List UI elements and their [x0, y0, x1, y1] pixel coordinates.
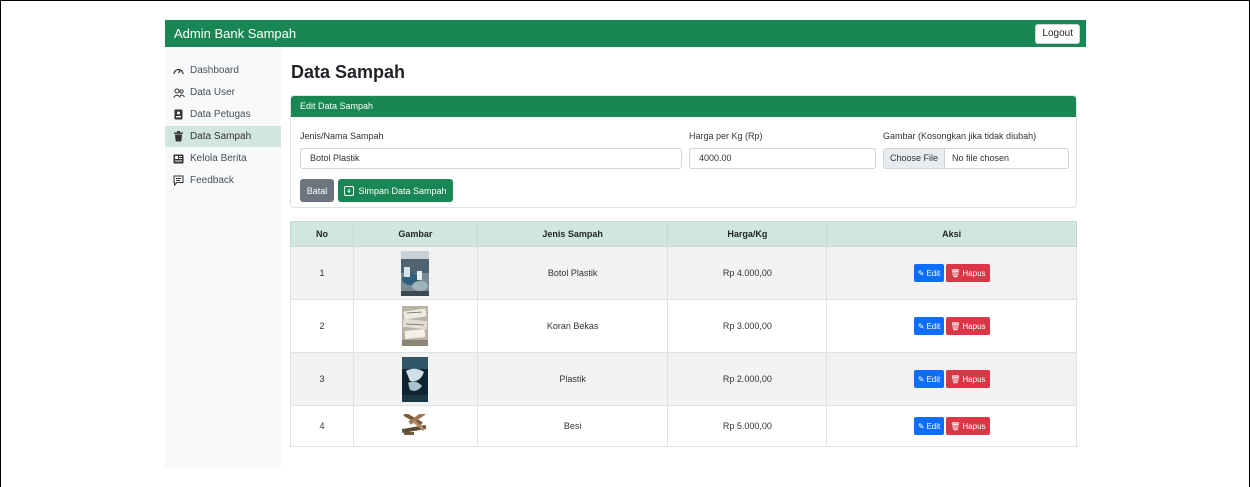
- row-image-cell: [352, 352, 478, 406]
- choose-file-button[interactable]: Choose File: [884, 149, 946, 168]
- trash-icon: [172, 131, 185, 143]
- id-card-icon: [172, 109, 185, 121]
- waste-table: No Gambar Jenis Sampah Harga/Kg Aksi 1 B…: [290, 221, 1077, 447]
- row-no: 3: [290, 352, 354, 406]
- table-row: 4 Besi Rp 5.000,00 ✎ Edit 🗑 Hapus: [290, 405, 1077, 447]
- edit-form-card: Edit Data Sampah Jenis/Nama Sampah Botol…: [290, 95, 1077, 208]
- header-gambar: Gambar: [352, 221, 478, 247]
- edit-icon: ✎: [917, 321, 925, 331]
- save-button[interactable]: Simpan Data Sampah: [338, 179, 453, 202]
- plastic-bottles-image: [401, 250, 430, 296]
- row-no: 2: [290, 299, 354, 353]
- plastic-underwater-image: [402, 356, 429, 402]
- header-aksi: Aksi: [826, 221, 1077, 247]
- row-price: Rp 4.000,00: [667, 246, 828, 300]
- people-icon: [172, 87, 185, 99]
- sidebar-item-dashboard[interactable]: Dashboard: [165, 60, 281, 81]
- row-price: Rp 3.000,00: [667, 299, 828, 353]
- row-image-cell: [352, 299, 478, 353]
- header-harga: Harga/Kg: [667, 221, 828, 247]
- sidebar-item-feedback[interactable]: Feedback: [165, 170, 281, 191]
- delete-button[interactable]: 🗑 Hapus: [946, 317, 990, 335]
- row-no: 1: [290, 246, 354, 300]
- trash-icon: 🗑: [950, 321, 961, 331]
- row-price: Rp 5.000,00: [667, 405, 828, 447]
- image-file-input[interactable]: Choose File No file chosen: [883, 148, 1069, 169]
- table-row: 3 Plastik Rp 2.000,00 ✎ Edit 🗑 Hapus: [290, 352, 1077, 406]
- row-actions: ✎ Edit 🗑 Hapus: [826, 246, 1077, 300]
- price-input[interactable]: 4000.00: [689, 148, 876, 169]
- trash-icon: 🗑: [950, 374, 961, 384]
- cancel-button[interactable]: Batal: [300, 179, 334, 202]
- main-content: Data Sampah Edit Data Sampah Jenis/Nama …: [290, 47, 1078, 468]
- sidebar-item-data-sampah[interactable]: Data Sampah: [165, 126, 281, 147]
- edit-button[interactable]: ✎ Edit: [913, 264, 945, 282]
- sidebar-item-label: Feedback: [190, 175, 234, 186]
- row-actions: ✎ Edit 🗑 Hapus: [826, 352, 1077, 406]
- speedometer-icon: [172, 65, 185, 77]
- page-title: Data Sampah: [291, 62, 406, 82]
- sidebar-item-label: Data Petugas: [190, 109, 251, 120]
- brand-title[interactable]: Admin Bank Sampah: [174, 26, 296, 41]
- row-name: Besi: [476, 405, 669, 447]
- save-icon: [344, 185, 355, 196]
- card-header: Edit Data Sampah: [291, 96, 1076, 117]
- row-price: Rp 2.000,00: [667, 352, 828, 406]
- row-no: 4: [290, 405, 354, 447]
- sidebar-item-label: Data Sampah: [190, 131, 252, 142]
- delete-button[interactable]: 🗑 Hapus: [946, 370, 990, 388]
- row-actions: ✎ Edit 🗑 Hapus: [826, 405, 1077, 447]
- chat-icon: [172, 175, 185, 187]
- trash-icon: 🗑: [950, 421, 961, 431]
- edit-button[interactable]: ✎ Edit: [913, 317, 945, 335]
- save-button-label: Simpan Data Sampah: [358, 185, 447, 196]
- row-actions: ✎ Edit 🗑 Hapus: [826, 299, 1077, 353]
- sidebar-item-kelola-berita[interactable]: Kelola Berita: [165, 148, 281, 169]
- sidebar-item-data-user[interactable]: Data User: [165, 82, 281, 103]
- cancel-button-label: Batal: [306, 185, 328, 196]
- sidebar-item-data-petugas[interactable]: Data Petugas: [165, 104, 281, 125]
- table-row: 2 Koran Bekas Rp 3.000,00 ✎ Edit 🗑 Hapus: [290, 299, 1077, 353]
- newspaper-icon: [172, 153, 185, 165]
- edit-icon: ✎: [917, 421, 925, 431]
- name-input[interactable]: Botol Plastik: [300, 148, 682, 169]
- name-label: Jenis/Nama Sampah: [300, 131, 384, 141]
- sidebar-item-label: Data User: [190, 87, 236, 98]
- image-label: Gambar (Kosongkan jika tidak diubah): [883, 131, 1037, 141]
- header-jenis: Jenis Sampah: [476, 221, 669, 247]
- price-label: Harga per Kg (Rp): [689, 131, 763, 141]
- delete-button[interactable]: 🗑 Hapus: [946, 417, 990, 435]
- table-row: 1 Botol Plastik Rp 4.000,00 ✎ Edit 🗑 Hap…: [290, 246, 1077, 300]
- row-image-cell: [352, 246, 478, 300]
- newspaper-bundle-image: [402, 306, 429, 346]
- edit-icon: ✎: [917, 268, 925, 278]
- file-status: No file chosen: [952, 153, 1010, 163]
- row-name: Koran Bekas: [476, 299, 669, 353]
- edit-icon: ✎: [917, 374, 925, 384]
- sidebar-item-label: Dashboard: [190, 65, 239, 76]
- logout-button[interactable]: Logout: [1035, 23, 1080, 44]
- edit-button[interactable]: ✎ Edit: [913, 417, 945, 435]
- admin-app: Admin Bank Sampah Logout Dashboard Data …: [165, 20, 1086, 468]
- sidebar-item-label: Kelola Berita: [190, 153, 247, 164]
- row-name: Botol Plastik: [476, 246, 669, 300]
- scrap-metal-image: [400, 414, 431, 438]
- trash-icon: 🗑: [950, 268, 961, 278]
- row-image-cell: [352, 405, 478, 447]
- header-no: No: [290, 221, 354, 247]
- top-navbar: Admin Bank Sampah Logout: [165, 20, 1086, 47]
- row-name: Plastik: [476, 352, 669, 406]
- table-header-row: No Gambar Jenis Sampah Harga/Kg Aksi: [290, 221, 1077, 247]
- sidebar: Dashboard Data User Data Petugas Data Sa…: [165, 47, 281, 468]
- edit-button[interactable]: ✎ Edit: [913, 370, 945, 388]
- delete-button[interactable]: 🗑 Hapus: [946, 264, 990, 282]
